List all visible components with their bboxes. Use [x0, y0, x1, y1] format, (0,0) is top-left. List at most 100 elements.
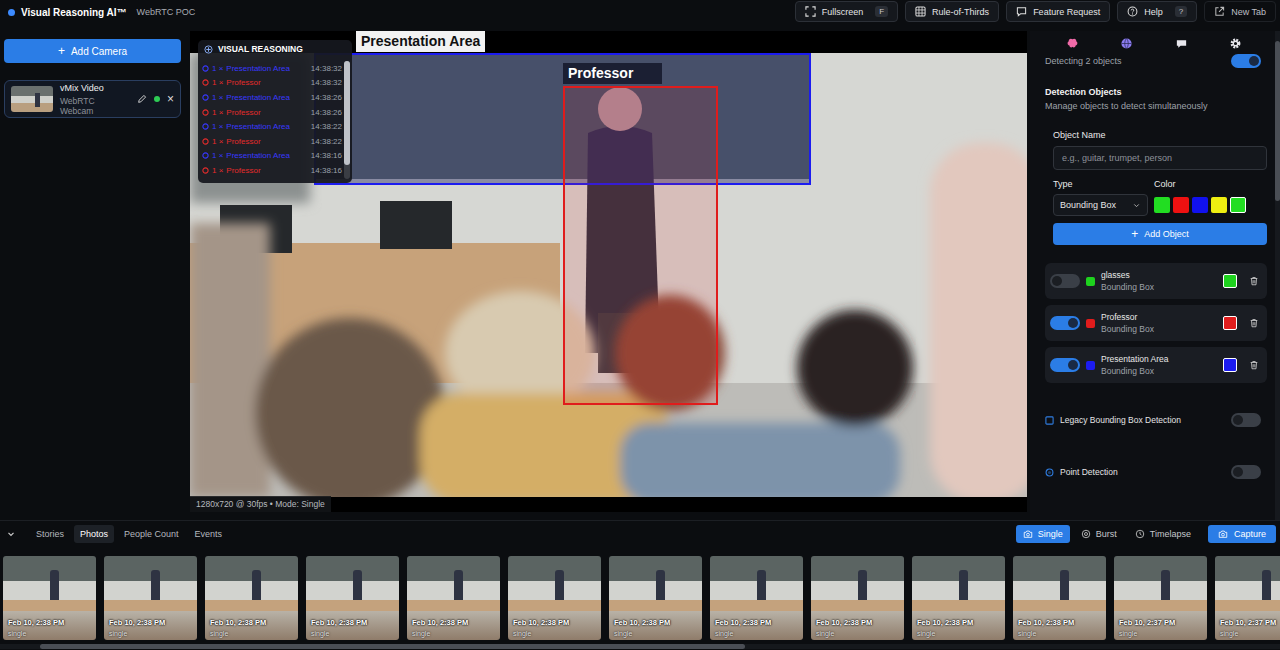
photo-figure [757, 570, 766, 600]
photo-mode: single [311, 630, 367, 637]
object-color-swatch[interactable] [1223, 274, 1237, 288]
settings-tab[interactable] [1062, 37, 1083, 50]
photo-thumbnail[interactable]: Feb 10, 2:38 PM single [1013, 556, 1106, 640]
log-count: 1 × [212, 151, 223, 160]
log-time: 14:38:26 [311, 108, 342, 117]
photo-thumbnail[interactable]: Feb 10, 2:38 PM single [205, 556, 298, 640]
toolbar-button[interactable]: New Tab [1204, 1, 1276, 22]
log-label: Professor [226, 108, 304, 117]
photo-time: Feb 10, 2:37 PM [1220, 618, 1276, 627]
field-label: Color [1154, 179, 1246, 189]
photo-thumbnail[interactable]: Feb 10, 2:37 PM single [1215, 556, 1280, 640]
color-swatch[interactable] [1173, 197, 1189, 213]
trash-icon[interactable] [1249, 276, 1259, 286]
photo-time: Feb 10, 2:38 PM [1018, 618, 1074, 627]
capture-mode-button[interactable]: Single [1016, 525, 1070, 543]
settings-tab[interactable] [1116, 37, 1137, 50]
scrollbar[interactable] [344, 61, 350, 179]
capture-mode-button[interactable]: Timelapse [1128, 525, 1198, 543]
object-color-swatch[interactable] [1223, 316, 1237, 330]
log-count: 1 × [212, 137, 223, 146]
photo-thumbnail[interactable]: Feb 10, 2:38 PM single [104, 556, 197, 640]
radio-icon[interactable] [1045, 468, 1054, 477]
color-swatch[interactable] [1192, 197, 1208, 213]
add-camera-button[interactable]: + Add Camera [4, 39, 181, 63]
option-toggle[interactable] [1231, 465, 1261, 479]
toolbar-button[interactable]: Feature Request [1006, 1, 1110, 22]
photo-time: Feb 10, 2:37 PM [1119, 618, 1175, 627]
photo-mode: single [917, 630, 973, 637]
media-tab[interactable]: Photos [74, 525, 114, 543]
object-toggle[interactable] [1050, 358, 1080, 372]
toolbar-button[interactable]: Fullscreen F [795, 1, 898, 22]
person-shape [620, 423, 900, 497]
horizontal-scrollbar[interactable] [0, 644, 1280, 649]
media-tab[interactable]: Events [189, 525, 229, 543]
photo-time: Feb 10, 2:38 PM [614, 618, 670, 627]
chevron-down-icon[interactable] [6, 529, 16, 539]
color-swatch[interactable] [1211, 197, 1227, 213]
person-shape [255, 318, 445, 497]
photo-thumbnail[interactable]: Feb 10, 2:38 PM single [3, 556, 96, 640]
photo-thumbnail[interactable]: Feb 10, 2:38 PM single [912, 556, 1005, 640]
photo-thumbnail[interactable]: Feb 10, 2:38 PM single [306, 556, 399, 640]
option-toggle[interactable] [1231, 413, 1261, 427]
photo-thumbnail[interactable]: Feb 10, 2:38 PM single [508, 556, 601, 640]
log-time: 14:38:16 [311, 166, 342, 175]
color-swatch[interactable] [1230, 197, 1246, 213]
camera-sidebar: + Add Camera vMix Video WebRTC Webcam × [0, 31, 188, 520]
log-count: 1 × [212, 93, 223, 102]
settings-tab[interactable] [1225, 37, 1246, 50]
edit-icon[interactable] [137, 94, 147, 104]
trash-icon[interactable] [1249, 360, 1259, 370]
media-tab[interactable]: People Count [118, 525, 185, 543]
grid-icon [915, 6, 926, 17]
media-tabs: StoriesPhotosPeople CountEvents [6, 525, 228, 543]
app-window: Visual Reasoning AI™ WebRTC POC Fullscre… [0, 0, 1280, 650]
capture-button[interactable]: Capture [1208, 525, 1276, 543]
detection-status: Detecting 2 objects [1045, 54, 1267, 68]
remove-camera-button[interactable]: × [167, 92, 174, 106]
logo-dot-icon [8, 9, 15, 16]
add-object-button[interactable]: + Add Object [1053, 223, 1267, 245]
photo-thumbnail[interactable]: Feb 10, 2:38 PM single [710, 556, 803, 640]
color-swatch[interactable] [1154, 197, 1170, 213]
object-toggle[interactable] [1050, 274, 1080, 288]
photo-thumbnail[interactable]: Feb 10, 2:37 PM single [1114, 556, 1207, 640]
photo-figure [858, 570, 867, 600]
log-label: Presentation Area [226, 122, 304, 131]
object-toggle[interactable] [1050, 316, 1080, 330]
trash-icon[interactable] [1249, 318, 1259, 328]
log-time: 14:38:16 [311, 151, 342, 160]
scrollbar[interactable] [1275, 31, 1280, 520]
camera-item[interactable]: vMix Video WebRTC Webcam × [4, 80, 181, 118]
globe-icon [1120, 37, 1133, 50]
media-tab[interactable]: Stories [30, 525, 70, 543]
toolbar-button[interactable]: Help ? [1117, 1, 1197, 22]
object-list: glasses Bounding Box Professor Bounding … [1045, 263, 1267, 383]
photo-time: Feb 10, 2:38 PM [109, 618, 165, 627]
field-label: Object Name [1053, 130, 1267, 140]
person-shape [797, 310, 913, 426]
type-select[interactable]: Bounding Box [1053, 194, 1148, 216]
object-row: Presentation Area Bounding Box [1045, 347, 1267, 383]
photo-mode: single [1119, 630, 1175, 637]
toolbar-button[interactable]: Rule-of-Thirds [905, 1, 999, 22]
shortcut-key: F [875, 6, 888, 17]
checkbox-icon[interactable] [1045, 416, 1054, 425]
detection-icon [202, 94, 209, 101]
chat-icon [1175, 37, 1188, 50]
photo-figure [959, 570, 968, 600]
object-color-swatch[interactable] [1223, 358, 1237, 372]
detection-toggle[interactable] [1231, 54, 1261, 68]
capture-mode-button[interactable]: Burst [1074, 525, 1124, 543]
photo-thumbnail[interactable]: Feb 10, 2:38 PM single [407, 556, 500, 640]
log-time: 14:38:32 [311, 78, 342, 87]
object-name-input[interactable] [1053, 146, 1267, 170]
photo-thumbnail[interactable]: Feb 10, 2:38 PM single [811, 556, 904, 640]
log-entry: 1 × Professor 14:38:22 [202, 134, 342, 149]
settings-tab[interactable] [1171, 37, 1192, 50]
option-row: Point Detection [1045, 465, 1267, 479]
photo-time: Feb 10, 2:38 PM [715, 618, 771, 627]
photo-thumbnail[interactable]: Feb 10, 2:38 PM single [609, 556, 702, 640]
